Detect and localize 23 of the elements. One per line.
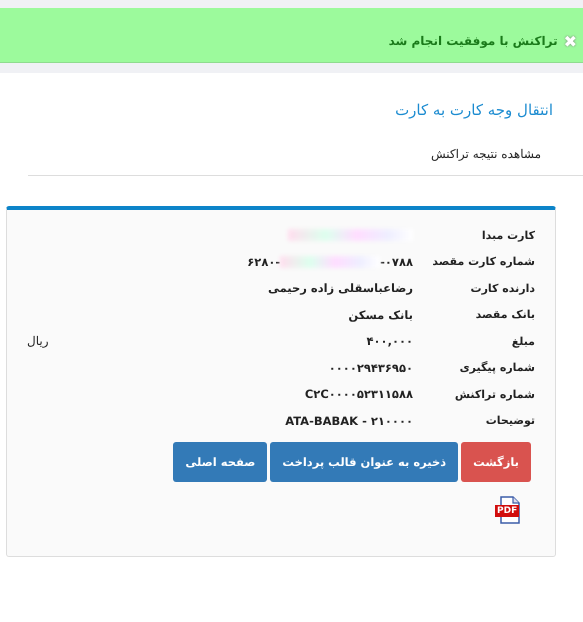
- currency-unit: ریال: [27, 334, 49, 348]
- field-value: C۲C۰۰۰۰۵۲۳۱۱۵۸۸: [304, 387, 413, 402]
- field-label: توضیحات: [484, 413, 536, 430]
- field-value: بانک مسکن: [348, 308, 413, 322]
- page-title: انتقال وجه کارت به کارت: [394, 100, 553, 121]
- field-label: کارت مبدا: [480, 228, 536, 244]
- field-value: ۰۰۰۰۲۹۴۳۶۹۵۰: [328, 360, 413, 375]
- field-label: شماره کارت مقصد: [431, 254, 536, 270]
- field-label: دارنده کارت: [470, 280, 536, 297]
- section-heading: مشاهده نتیجه تراکنش: [430, 146, 542, 163]
- field-label: مبلغ: [510, 334, 536, 350]
- field-value: ۴۰۰,۰۰۰: [366, 334, 413, 348]
- action-button[interactable]: صفحه اصلی: [173, 442, 268, 482]
- field-label: شماره پیگیری: [458, 360, 536, 376]
- field-label: شماره تراکنش: [454, 386, 536, 403]
- action-button[interactable]: ذخیره به عنوان قالب پرداخت: [270, 442, 458, 482]
- card-number-end: -۰۷۸۸: [380, 254, 413, 269]
- field-label: بانک مقصد: [474, 307, 536, 324]
- field-value: ATA-BABAK - ۲۱۰۰۰۰: [285, 414, 413, 428]
- alert-message: تراکنش با موفقیت انجام شد: [388, 34, 558, 48]
- action-button[interactable]: بازگشت: [461, 442, 531, 482]
- card-number-start: ۶۲۸۰-: [247, 254, 280, 269]
- field-value: رضاعباسقلی زاده رحیمی: [268, 281, 413, 296]
